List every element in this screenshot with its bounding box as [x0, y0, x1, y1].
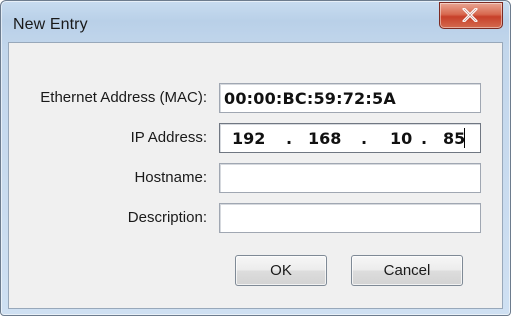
hostname-label: Hostname: [134, 169, 207, 186]
ip-octet-3[interactable]: 10 [390, 129, 412, 148]
mac-address-value: 00:00:BC:59:72:5A [224, 89, 396, 108]
dialog-body: Ethernet Address (MAC): 00:00:BC:59:72:5… [8, 42, 503, 309]
ip-octet-1[interactable]: 192 [232, 129, 265, 148]
ip-label: IP Address: [130, 129, 207, 146]
ip-address-field[interactable]: 192 . 168 . 10 . 85 [219, 123, 481, 153]
ip-octet-4[interactable]: 85 [443, 129, 465, 148]
ip-separator: . [361, 129, 368, 148]
ok-button[interactable]: OK [235, 255, 327, 286]
description-field[interactable] [219, 203, 481, 233]
cancel-button[interactable]: Cancel [351, 255, 463, 286]
mac-address-field[interactable]: 00:00:BC:59:72:5A [219, 83, 481, 113]
title-bar[interactable]: New Entry [1, 1, 510, 43]
close-icon [462, 8, 478, 22]
ip-separator: . [421, 129, 428, 148]
new-entry-dialog: New Entry Ethernet Address (MAC): 00:00:… [0, 0, 511, 316]
ip-separator: . [286, 129, 293, 148]
mac-label: Ethernet Address (MAC): [40, 89, 207, 106]
hostname-field[interactable] [219, 163, 481, 193]
close-button[interactable] [439, 2, 503, 29]
window-title: New Entry [13, 16, 88, 33]
description-label: Description: [127, 209, 207, 226]
ip-octet-2[interactable]: 168 [308, 129, 341, 148]
text-caret [464, 128, 465, 148]
